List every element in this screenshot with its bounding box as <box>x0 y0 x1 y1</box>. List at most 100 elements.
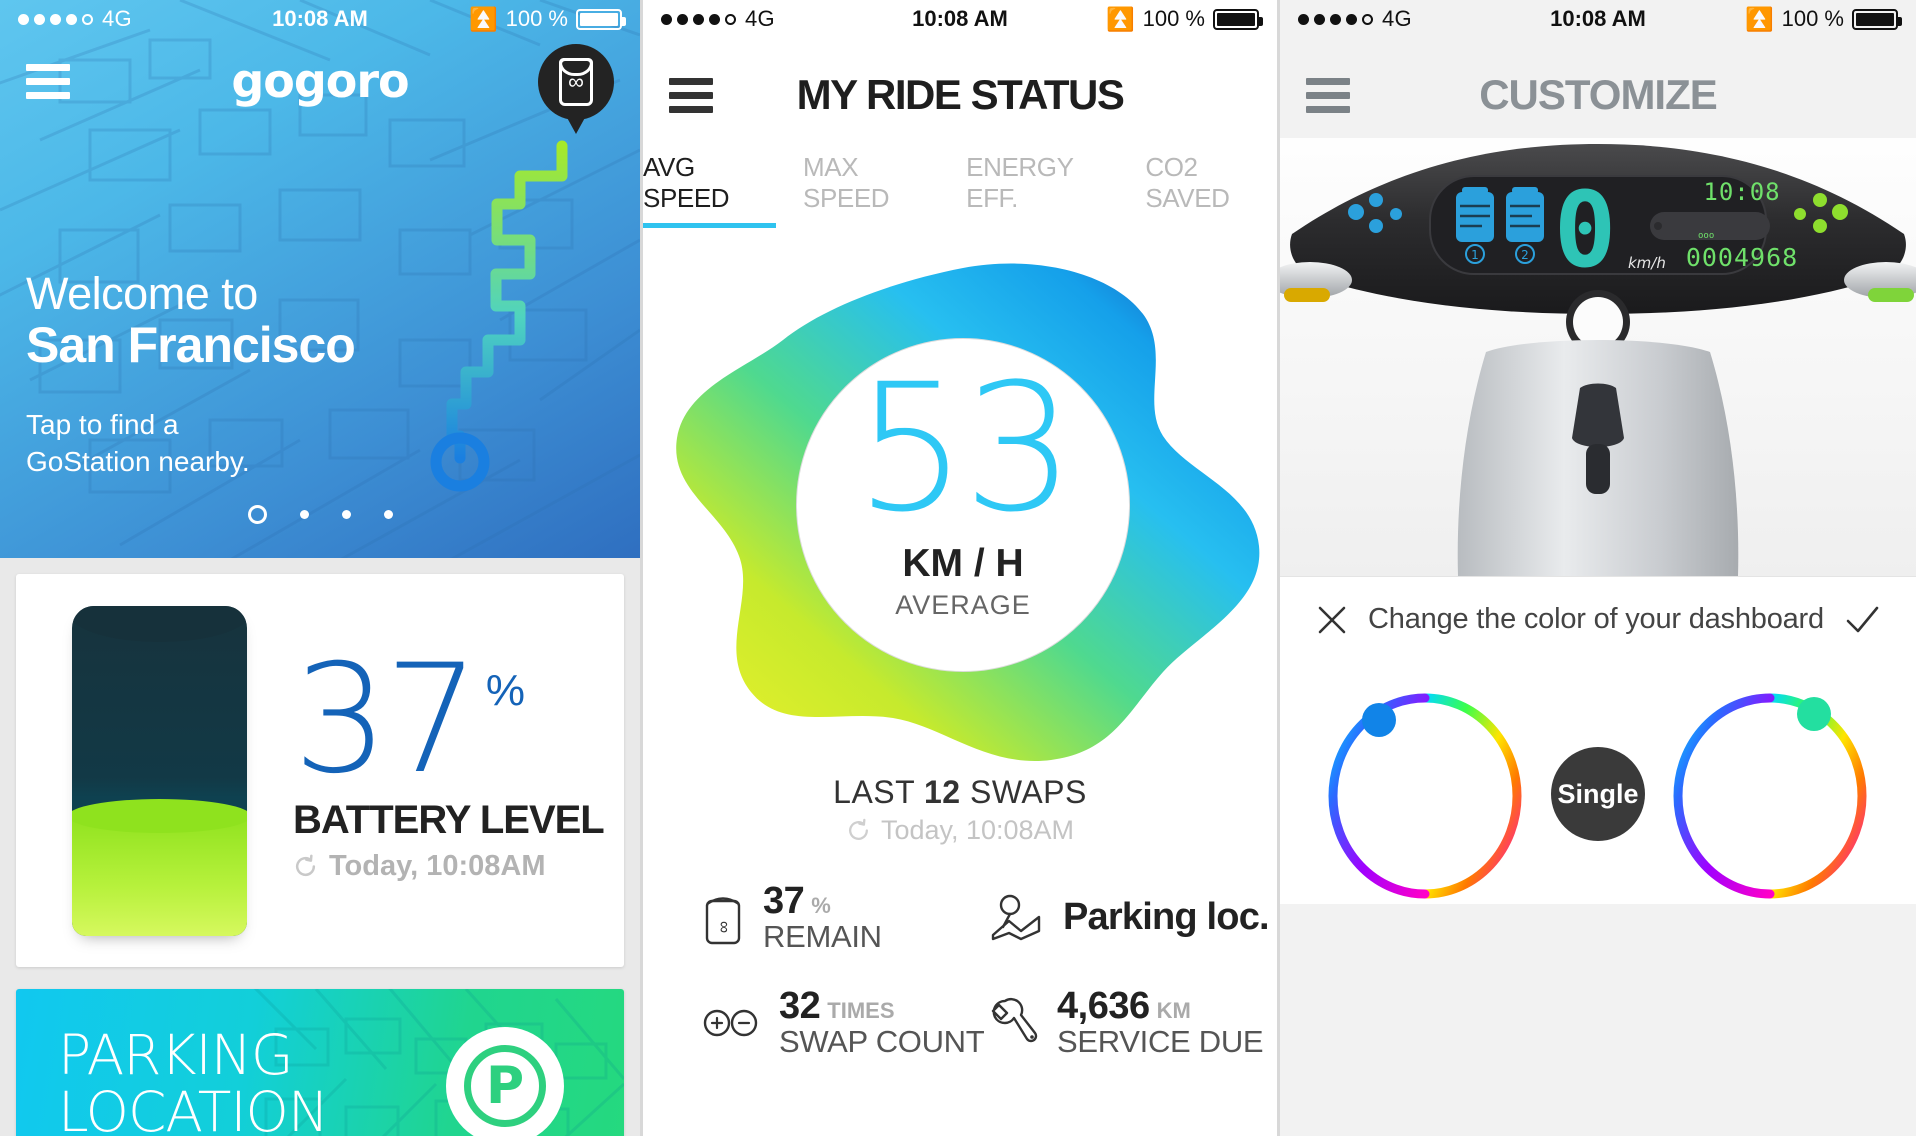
dash-speed-unit: km/h <box>1628 254 1666 272</box>
parking-line1: PARKING <box>58 1023 294 1087</box>
bluetooth-icon: ⏫ <box>1105 5 1135 32</box>
stat-service-due[interactable]: 4,636 KM SERVICE DUE <box>989 985 1277 1060</box>
stat-swap-count[interactable]: 32 TIMES SWAP COUNT <box>701 985 989 1060</box>
dash-odometer: 0004968 <box>1686 243 1798 272</box>
last-swaps-text: LAST 12 SWAPS <box>643 774 1277 811</box>
stat-remain-text: 37 % REMAIN <box>763 880 882 955</box>
stat-remain[interactable]: ∞ 37 % REMAIN <box>701 880 989 955</box>
color-wheel-left-icon[interactable] <box>1324 684 1527 904</box>
welcome-block: Welcome to San Francisco Tap to find a G… <box>26 268 356 481</box>
last-swaps-block: LAST 12 SWAPS Today, 10:08AM <box>643 774 1277 846</box>
battery-text-block: 37 % BATTERY LEVEL Today, 10:08AM <box>293 632 605 883</box>
right-knob-icon <box>1797 697 1831 731</box>
stat-parking-loc[interactable]: Parking loc. <box>989 880 1277 955</box>
wrench-icon <box>991 997 1038 1042</box>
parking-badge-icon: P <box>446 1027 564 1136</box>
battery-cell-glyph: ∞ <box>559 58 593 106</box>
svg-text:∞: ∞ <box>715 920 734 932</box>
bluetooth-icon: ⏫ <box>1744 5 1774 32</box>
battery-value: 37 <box>293 632 480 807</box>
page-title: MY RIDE STATUS <box>796 71 1125 118</box>
page-dot-3[interactable] <box>383 510 393 519</box>
screen-ride-status: 4G 10:08 AM ⏫ 100 % MY RIDE STATUS AVG S… <box>640 0 1280 1136</box>
stat-swap-text: 32 TIMES SWAP COUNT <box>779 985 985 1060</box>
battery-timestamp: Today, 10:08AM <box>329 849 546 882</box>
color-editor-prompt: Change the color of your dashboard <box>1368 603 1824 635</box>
status-bar-3: 4G 10:08 AM ⏫ 100 % <box>1280 0 1916 38</box>
svg-text:2: 2 <box>1521 248 1529 262</box>
three-phone-screens: 4G 10:08 AM ⏫ 100 % gogoro ∞ Welcome to … <box>0 0 1922 1136</box>
tab-energy-eff[interactable]: ENERGY EFF. <box>966 152 1118 228</box>
stat-service-label: SERVICE DUE <box>1057 1024 1264 1059</box>
scooter-dashboard-photo[interactable]: 1 2 0 km/h 10:08 ooo 0004968 <box>1280 138 1916 576</box>
speed-gauge: 53 KM / H AVERAGE <box>643 240 1277 770</box>
stat-parking-text: Parking loc. <box>1063 896 1270 939</box>
tab-co2-saved[interactable]: CO2 SAVED <box>1145 152 1277 228</box>
battery-swap-pin-icon[interactable]: ∞ <box>538 44 614 134</box>
swap-infinity-icon <box>703 1009 758 1036</box>
tab-max-speed[interactable]: MAX SPEED <box>803 152 939 228</box>
bluetooth-icon: ⏫ <box>468 5 498 32</box>
parking-card-text: PARKING LOCATION <box>58 1023 329 1136</box>
battery-label: BATTERY LEVEL <box>293 797 605 842</box>
screen-home-map: 4G 10:08 AM ⏫ 100 % gogoro ∞ Welcome to … <box>0 0 640 1136</box>
close-icon[interactable] <box>1312 600 1352 640</box>
stat-swap-label: SWAP COUNT <box>779 1024 985 1059</box>
swaps-count: 12 <box>923 774 961 810</box>
carousel-page-dots[interactable] <box>0 505 640 524</box>
status-right: ⏫ 100 % <box>468 5 626 32</box>
map-pin-fold-icon <box>991 894 1041 940</box>
dash-clock: 10:08 <box>1703 178 1780 206</box>
page-dot-2[interactable] <box>341 510 351 519</box>
stat-swap-value: 32 <box>779 985 821 1027</box>
battery-icon <box>1213 8 1263 30</box>
stat-swap-unit: TIMES <box>827 998 895 1023</box>
page-dot-0[interactable] <box>248 505 267 524</box>
battery-percent-label: 100 % <box>1142 6 1205 31</box>
status-bar-2: 4G 10:08 AM ⏫ 100 % <box>643 0 1277 38</box>
swaps-prefix: LAST <box>833 774 915 810</box>
welcome-line1: Welcome to <box>26 268 258 319</box>
battery-timestamp-row: Today, 10:08AM <box>293 850 604 883</box>
battery-cell-graphic <box>72 605 247 936</box>
swaps-timestamp: Today, 10:08AM <box>880 815 1075 845</box>
color-wheel-right-icon[interactable] <box>1669 684 1872 904</box>
dash-speed-digit: 0 <box>1554 169 1617 291</box>
tap-hint-line2: GoStation nearby. <box>26 445 250 477</box>
page-dot-1[interactable] <box>299 510 309 519</box>
metric-tabs[interactable]: AVG SPEED MAX SPEED ENERGY EFF. CO2 SAVE… <box>643 138 1277 228</box>
check-icon[interactable] <box>1840 600 1884 640</box>
screen-customize: 4G 10:08 AM ⏫ 100 % CUSTOMIZE 1 2 0 km/h… <box>1280 0 1916 1136</box>
battery-icon <box>1852 8 1902 30</box>
welcome-line2: San Francisco <box>26 316 356 373</box>
status-right-2: ⏫ 100 % <box>1105 5 1263 32</box>
swaps-suffix: SWAPS <box>969 774 1087 810</box>
left-knob-icon <box>1362 703 1396 737</box>
scooter-illustration-icon: 1 2 0 km/h 10:08 ooo 0004968 <box>1280 144 1916 576</box>
color-mode-button[interactable]: Single <box>1551 747 1645 841</box>
battery-cell-icon: ∞ <box>705 896 741 944</box>
tab-avg-speed[interactable]: AVG SPEED <box>643 152 777 228</box>
stat-parking-value: Parking loc. <box>1063 896 1270 938</box>
speed-caption: AVERAGE <box>895 589 1031 620</box>
battery-level-card[interactable]: 37 % BATTERY LEVEL Today, 10:08AM <box>16 574 624 967</box>
parking-location-card[interactable]: PARKING LOCATION P <box>16 989 624 1136</box>
parking-line2: LOCATION <box>58 1080 329 1136</box>
stat-remain-label: REMAIN <box>763 919 882 954</box>
stat-remain-unit: % <box>811 893 831 918</box>
stat-service-text: 4,636 KM SERVICE DUE <box>1057 985 1264 1060</box>
status-right-3: ⏫ 100 % <box>1744 5 1902 32</box>
speed-unit: KM / H <box>902 541 1024 585</box>
battery-icon <box>576 8 626 30</box>
color-wheel-right[interactable] <box>1669 684 1872 904</box>
color-wheel-left[interactable] <box>1324 684 1527 904</box>
stat-service-value: 4,636 <box>1057 985 1150 1027</box>
refresh-icon <box>295 854 316 876</box>
ride-stats-grid: ∞ 37 % REMAIN Parking loc. 32 TIMES SWAP… <box>643 846 1277 1060</box>
page-title: CUSTOMIZE <box>1479 71 1718 118</box>
battery-value-row: 37 % <box>293 632 604 807</box>
refresh-icon <box>848 818 868 840</box>
battery-percent-label: 100 % <box>1781 6 1844 31</box>
speed-value-circle: 53 KM / H AVERAGE <box>796 338 1130 672</box>
tap-hint-line1: Tap to find a <box>26 408 179 440</box>
